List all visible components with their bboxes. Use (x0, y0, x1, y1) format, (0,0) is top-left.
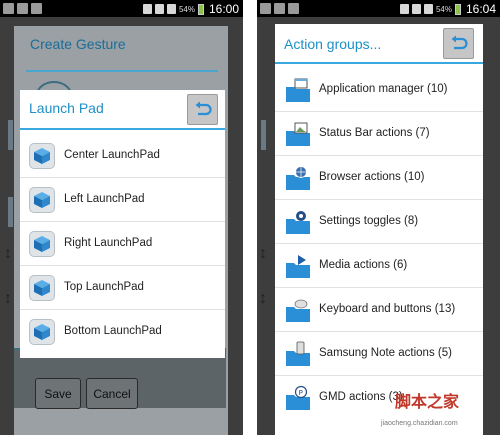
cube-icon (29, 275, 55, 301)
action-group-label: Browser actions (10) (319, 171, 425, 183)
clock: 16:00 (208, 2, 239, 16)
action-group-label: Settings toggles (8) (319, 215, 419, 227)
action-group-label: Samsung Note actions (5) (319, 347, 452, 359)
image-notification-icon (274, 3, 285, 14)
save-button[interactable]: Save (35, 378, 81, 409)
cube-icon (29, 319, 55, 345)
launchpad-item-label: Bottom LaunchPad (64, 325, 162, 337)
launchpad-dialog: Launch Pad Center LaunchPad Left LaunchP… (20, 90, 225, 358)
clock: 16:04 (465, 2, 496, 16)
action-group-label: Keyboard and buttons (13) (319, 303, 456, 315)
updown-arrow-icon: ↕ (4, 290, 12, 307)
cube-icon (29, 143, 55, 169)
globe-icon (286, 166, 310, 190)
alarm-icon (142, 4, 152, 14)
status-bar: 54% 16:00 (0, 0, 243, 17)
title-divider (275, 62, 483, 64)
window-icon (286, 78, 310, 102)
battery-percent: 54% (435, 4, 452, 14)
undo-arrow-icon (195, 101, 212, 115)
launchpad-item-right[interactable]: Right LaunchPad (20, 222, 225, 266)
svg-text:P: P (299, 389, 303, 397)
cancel-button[interactable]: Cancel (86, 378, 138, 409)
battery-percent: 54% (178, 4, 195, 14)
launchpad-title: Launch Pad (29, 100, 104, 116)
battery-icon (454, 3, 461, 15)
watermark-text: 脚本之家 (395, 394, 460, 411)
pencil-notification-icon (31, 3, 42, 14)
action-group-media[interactable]: Media actions (6) (275, 244, 483, 288)
right-screenshot: 54% 16:04 ↕ ↕ Action groups... Applicati… (257, 0, 500, 435)
action-group-label: Media actions (6) (319, 259, 408, 271)
keyboard-icon (286, 299, 310, 322)
action-groups-title: Action groups... (284, 36, 382, 52)
action-group-keyboard[interactable]: Keyboard and buttons (13) (275, 288, 483, 332)
launchpad-item-left[interactable]: Left LaunchPad (20, 178, 225, 222)
watermark: 脚本之家 jiaocheng.chazidian.com (379, 384, 499, 432)
p-icon: P (286, 385, 310, 410)
title-divider (20, 128, 225, 130)
updown-arrow-icon: ↕ (4, 245, 12, 262)
notification-icons (260, 3, 299, 14)
watermark-url: jiaocheng.chazidian.com (381, 420, 458, 427)
action-group-label: Status Bar actions (7) (319, 127, 430, 139)
status-bar: 54% 16:04 (257, 0, 500, 17)
title-divider (26, 70, 218, 72)
action-groups-dialog: Action groups... Application manager (10… (275, 24, 483, 435)
back-button[interactable] (443, 28, 474, 59)
image-notification-icon (17, 3, 28, 14)
updown-arrow-icon: ↕ (259, 245, 267, 262)
launchpad-item-label: Top LaunchPad (64, 281, 144, 293)
gear-icon (286, 211, 310, 234)
note-icon (286, 341, 310, 366)
action-group-application-manager[interactable]: Application manager (10) (275, 68, 483, 112)
create-gesture-title: Create Gesture (30, 36, 126, 52)
cube-icon (29, 231, 55, 257)
side-handle (8, 120, 13, 150)
launchpad-item-center[interactable]: Center LaunchPad (20, 134, 225, 178)
launchpad-item-label: Left LaunchPad (64, 193, 145, 205)
wifi-icon (411, 4, 421, 14)
back-button[interactable] (187, 94, 218, 125)
side-handle (8, 197, 13, 227)
action-group-label: Application manager (10) (319, 83, 448, 95)
image-icon (286, 122, 310, 146)
undo-arrow-icon (451, 35, 468, 49)
action-group-samsung-note[interactable]: Samsung Note actions (5) (275, 332, 483, 376)
notification-icons (3, 3, 42, 14)
pencil-notification-icon (288, 3, 299, 14)
wifi-icon (154, 4, 164, 14)
play-icon (286, 255, 310, 278)
launchpad-item-label: Right LaunchPad (64, 237, 153, 249)
notification-icon (3, 3, 14, 14)
cube-icon (29, 187, 55, 213)
left-screenshot: 54% 16:00 Create Gesture ↕ ↕ Save Cancel… (0, 0, 243, 435)
action-group-settings-toggles[interactable]: Settings toggles (8) (275, 200, 483, 244)
launchpad-item-top[interactable]: Top LaunchPad (20, 266, 225, 310)
updown-arrow-icon: ↕ (259, 290, 267, 307)
notification-icon (260, 3, 271, 14)
side-handle (261, 120, 266, 150)
action-group-browser[interactable]: Browser actions (10) (275, 156, 483, 200)
launchpad-item-bottom[interactable]: Bottom LaunchPad (20, 310, 225, 354)
signal-icon (166, 4, 176, 14)
battery-icon (197, 3, 204, 15)
action-group-status-bar[interactable]: Status Bar actions (7) (275, 112, 483, 156)
signal-icon (423, 4, 433, 14)
launchpad-item-label: Center LaunchPad (64, 149, 160, 161)
alarm-icon (399, 4, 409, 14)
